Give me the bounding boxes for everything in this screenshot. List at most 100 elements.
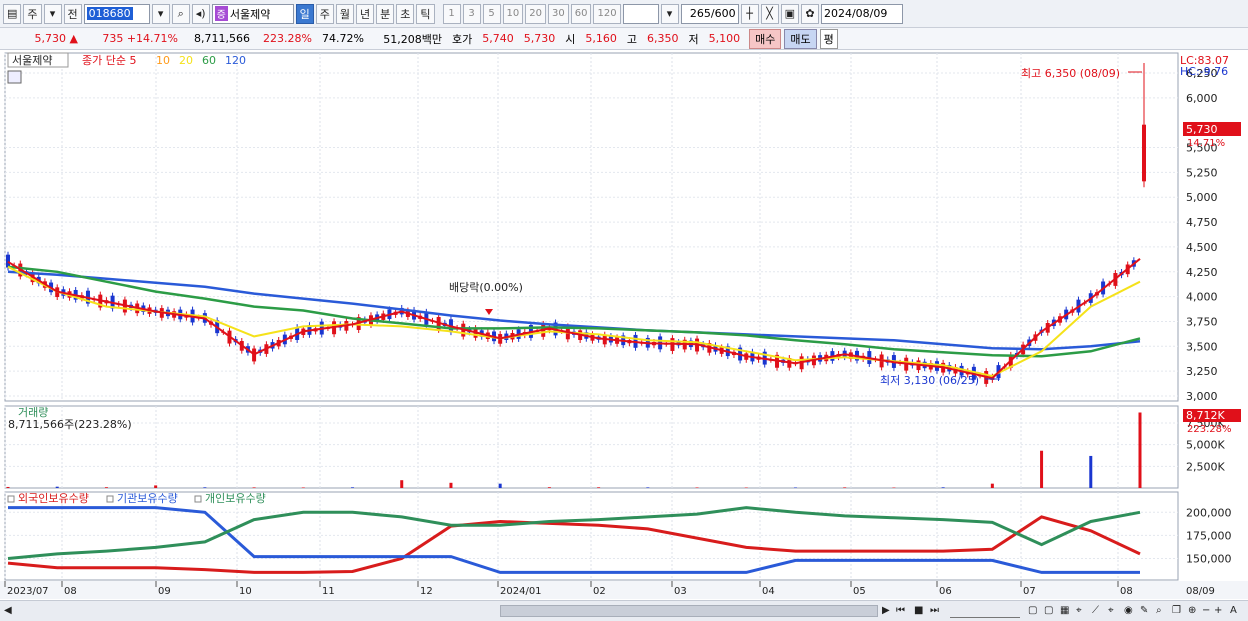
scrollbar-thumb[interactable] [500, 605, 878, 617]
diagonal-icon[interactable]: ⟋ [1092, 603, 1099, 618]
price-tick-label: 4,250 [1186, 266, 1218, 279]
x-axis-band [0, 581, 1248, 599]
stock-name-field[interactable]: 증 서울제약 [211, 3, 294, 24]
period-week[interactable]: 주 [315, 3, 334, 24]
stop-icon[interactable]: ■ [914, 603, 923, 618]
price-tick-label: 4,000 [1186, 291, 1218, 304]
volume-bar [990, 483, 994, 488]
price-tick-label: 3,000 [1186, 390, 1218, 403]
code-input[interactable]: 018680 [83, 3, 150, 24]
x-tick-label: 12 [420, 586, 433, 597]
volume-bar [104, 487, 108, 488]
interval-3[interactable]: 3 [462, 3, 481, 24]
text-size-icon[interactable]: A [1230, 603, 1237, 618]
buy-button[interactable]: 매수 [749, 28, 782, 49]
last-pct-label: 14.71% [1187, 138, 1225, 149]
stock-chart[interactable]: 2023/07 08 09 10 11 12 2024/01 02 03 04 05 06 07 08 08… [0, 51, 1248, 600]
first-icon[interactable]: ⏮ [896, 603, 905, 618]
period-day[interactable]: 일 [295, 3, 314, 24]
prev-button[interactable]: 전 [63, 3, 82, 24]
price-tick-label: 3,500 [1186, 340, 1218, 353]
period-second[interactable]: 초 [396, 3, 415, 24]
interval-30[interactable]: 30 [548, 3, 569, 24]
zoom-out-icon[interactable]: − [1202, 603, 1210, 618]
scroll-right-icon[interactable]: ▶ [882, 603, 890, 618]
date-input[interactable]: 2024/08/09 [820, 3, 903, 24]
holding-legend-box[interactable] [194, 495, 202, 503]
x-tick-label: 09 [158, 586, 171, 597]
volume-bar [1040, 450, 1044, 488]
tile-icon[interactable]: ▦ [1060, 603, 1069, 618]
volume-bar [252, 487, 256, 488]
table-icon[interactable] [7, 70, 22, 84]
gear-icon[interactable]: ✿ [800, 3, 819, 24]
x-tick-label: 02 [593, 586, 606, 597]
marker-icon[interactable]: ◉ [1124, 603, 1133, 618]
chevron-down-icon[interactable]: ▾ [43, 3, 62, 24]
interval-10[interactable]: 10 [502, 3, 524, 24]
cursor-icon[interactable]: ⌖ [1076, 603, 1082, 618]
interval-1[interactable]: 1 [442, 3, 461, 24]
count-field[interactable]: 265/600 [680, 3, 739, 24]
interval-20[interactable]: 20 [525, 3, 546, 24]
zoom-slider[interactable] [950, 603, 1020, 618]
search-icon[interactable]: ⌕ [171, 3, 190, 24]
period-year[interactable]: 년 [356, 3, 375, 24]
interval-dropdown-icon[interactable]: ▾ [660, 3, 679, 24]
volume-ratio: 223.28% [263, 32, 312, 45]
layout-icon[interactable]: ▢ [1028, 603, 1037, 618]
interval-60[interactable]: 60 [570, 3, 592, 24]
stock-name: 서울제약 [229, 7, 271, 21]
price-tick-label: 3,750 [1186, 315, 1218, 328]
magnify-icon[interactable]: ⌕ [1156, 603, 1162, 618]
turnover: 74.72% [322, 32, 364, 45]
speaker-icon[interactable]: ◂) [191, 3, 210, 24]
high-price: 6,350 [647, 32, 679, 45]
sell-button[interactable]: 매도 [784, 28, 817, 49]
type-select[interactable]: 주 [23, 3, 42, 24]
volume-bar [154, 485, 158, 488]
eraser-icon[interactable]: ✎ [1140, 603, 1148, 618]
copy-icon[interactable]: ❐ [1172, 603, 1181, 618]
x-axis-end-label: 08/09 [1186, 586, 1215, 597]
volume-bar [6, 486, 10, 488]
crosshair-icon[interactable]: ⌖ [1108, 603, 1114, 618]
volume-last-label: 8,712K [1186, 409, 1225, 422]
zoom-in-icon[interactable]: ⊕ [1188, 603, 1196, 618]
period-tick[interactable]: 틱 [416, 3, 435, 24]
low-label: 저 [688, 32, 699, 46]
last-price-label: 5,730 [1186, 123, 1218, 136]
interval-5[interactable]: 5 [482, 3, 501, 24]
candle-type-icon[interactable]: ┼ [740, 3, 759, 24]
code-dropdown-icon[interactable]: ▾ [151, 3, 170, 24]
holding-legend-2: 개인보유수량 [205, 492, 266, 505]
high-label: 고 [626, 32, 637, 46]
bottom-bar: ◀ ▶ ⏮ ■ ⏭ ▢ ▢ ▦ ⌖ ⟋ ⌖ ◉ ✎ ⌕ ❐ ⊕ − + A [0, 600, 1248, 621]
pyeong-button[interactable]: 평 [819, 28, 838, 49]
plus-icon[interactable]: + [1214, 603, 1222, 618]
x-tick-label: 08 [1120, 586, 1133, 597]
holding-legend-box[interactable] [7, 495, 15, 503]
price-tick-label: 3,250 [1186, 365, 1218, 378]
holding-legend-box[interactable] [106, 495, 114, 503]
save-icon[interactable]: ▣ [780, 3, 799, 24]
price-tick-label: 6,000 [1186, 92, 1218, 105]
volume-pct-label: 223.28% [1187, 424, 1232, 435]
period-month[interactable]: 월 [335, 3, 355, 24]
volume-tick-label: 2,500K [1186, 460, 1225, 473]
volume-bar [301, 487, 305, 488]
volume-bar [793, 487, 797, 488]
period-minute[interactable]: 분 [376, 3, 395, 24]
x-tick-label: 04 [762, 586, 775, 597]
interval-input[interactable] [622, 3, 659, 24]
last-icon[interactable]: ⏭ [930, 603, 939, 618]
window-menu-icon[interactable]: ▤ [3, 3, 22, 24]
volume-bar [1138, 412, 1142, 488]
market-badge: 증 [214, 6, 228, 21]
interval-120[interactable]: 120 [593, 3, 621, 24]
x-tick-label: 06 [939, 586, 952, 597]
scroll-left-icon[interactable]: ◀ [4, 603, 12, 618]
draw-tool-icon[interactable]: ╳ [760, 3, 779, 24]
current-price: 5,730 ▲ [34, 32, 78, 45]
window-icon[interactable]: ▢ [1044, 603, 1053, 618]
